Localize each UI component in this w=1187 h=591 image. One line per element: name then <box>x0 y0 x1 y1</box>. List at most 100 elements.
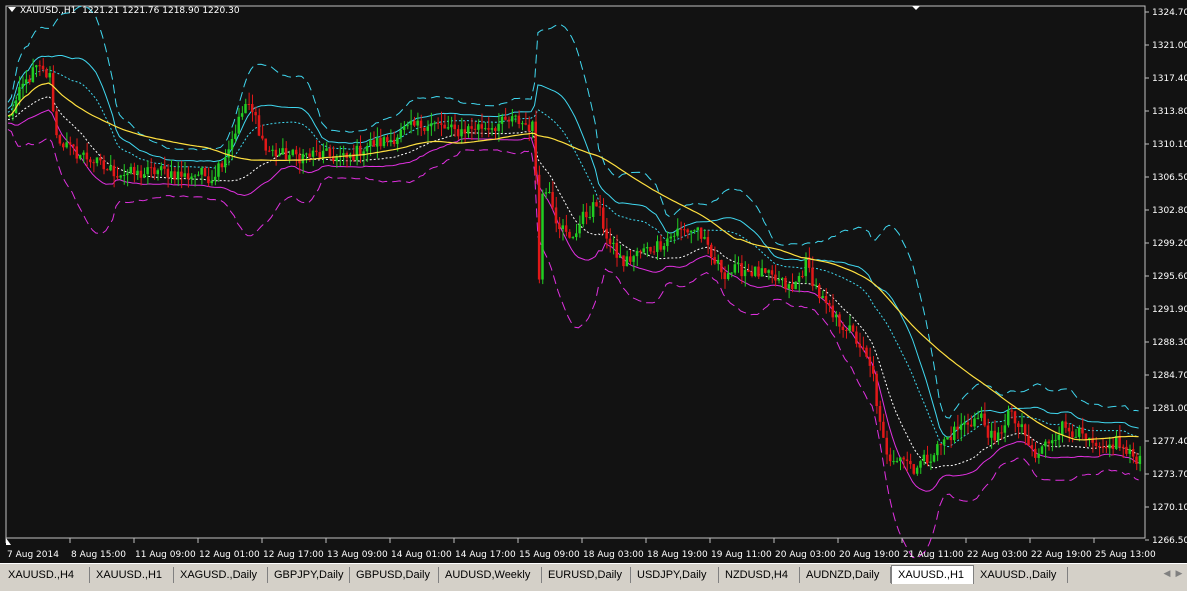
candle-body <box>460 129 463 137</box>
candle-body <box>845 330 848 332</box>
candle-body <box>1064 421 1067 428</box>
y-tick-label: 1317.40 <box>1152 74 1187 84</box>
candle-body <box>713 257 716 264</box>
candle-body <box>811 267 814 287</box>
candle-body <box>814 284 818 287</box>
candle-body <box>895 460 899 462</box>
candle-body <box>1027 435 1030 446</box>
candle-body <box>595 202 598 207</box>
x-tick-label: 22 Aug 19:00 <box>1031 550 1092 560</box>
candle-body <box>980 413 983 418</box>
candle-body <box>585 211 588 218</box>
tab-scroll-right-icon[interactable]: ▶ <box>1174 568 1184 580</box>
candle-body <box>723 272 726 280</box>
chart-tab[interactable]: XAUUSD.,H1 <box>90 567 174 583</box>
candle-body <box>85 152 89 160</box>
candle-body <box>463 129 467 134</box>
chart-tab[interactable]: GBPUSD,Daily <box>350 567 439 583</box>
chart-area[interactable]: 1324.70 1321.00 1317.40 1313.80 1310.10 1306.… <box>0 0 1187 563</box>
candle-body <box>689 230 693 233</box>
x-tick-label: 8 Aug 15:00 <box>71 550 126 560</box>
candle-body <box>517 115 521 125</box>
candle-body <box>220 163 224 168</box>
chart-tab[interactable]: AUDUSD,Weekly <box>439 567 542 583</box>
candle-body <box>777 278 780 281</box>
candle-body <box>946 436 949 440</box>
candle-body <box>436 122 440 124</box>
upper-band <box>7 55 1139 438</box>
candle-body <box>564 225 568 232</box>
candle-body <box>753 266 757 276</box>
candle-body <box>1115 435 1118 449</box>
candle-body <box>203 167 207 177</box>
candle-body <box>662 245 666 250</box>
candle-body <box>429 123 433 127</box>
chart-tab[interactable]: XAUUSD.,Daily <box>974 567 1068 583</box>
candle-body <box>548 192 551 194</box>
chart-tab[interactable]: XAUUSD.,H4 <box>2 567 90 583</box>
y-tick-label: 1273.70 <box>1152 470 1187 480</box>
candle-body <box>676 228 679 236</box>
candle-body <box>99 157 102 161</box>
candle-body <box>31 67 35 83</box>
candle-body <box>1094 442 1098 447</box>
chart-tab[interactable]: XAGUSD.,Daily <box>174 567 268 583</box>
dropdown-triangle-icon[interactable] <box>8 7 16 12</box>
candle-body <box>919 461 922 468</box>
candle-body <box>784 277 787 289</box>
candle-body <box>72 144 75 147</box>
candle-body <box>494 128 497 131</box>
candle-body <box>602 207 605 229</box>
candle-body <box>433 122 436 124</box>
chart-tab[interactable]: XAUUSD.,H1 <box>891 565 974 584</box>
candle-body <box>1074 436 1077 438</box>
candle-body <box>315 150 318 153</box>
chart-tab[interactable]: GBPJPY,Daily <box>268 567 350 583</box>
x-tick-label: 11 Aug 09:00 <box>135 550 196 560</box>
candle-body <box>639 250 642 253</box>
candle-body <box>247 103 251 105</box>
candle-body <box>1003 425 1007 433</box>
x-tick-label: 14 Aug 17:00 <box>455 550 516 560</box>
chart-tab[interactable]: NZDUSD,H4 <box>719 567 800 583</box>
candle-body <box>264 138 267 151</box>
candle-body <box>1013 411 1017 424</box>
shift-marker-icon[interactable] <box>912 6 920 10</box>
candle-body <box>939 444 942 446</box>
candle-body <box>369 140 372 147</box>
candle-body <box>659 241 662 250</box>
y-tick-label: 1284.70 <box>1152 371 1187 381</box>
candle-body <box>392 139 396 145</box>
candle-body <box>767 270 770 273</box>
candle-body <box>78 154 82 159</box>
y-tick-label: 1324.70 <box>1152 8 1187 18</box>
candle-body <box>645 247 649 249</box>
candle-body <box>170 171 173 178</box>
candle-body <box>355 145 359 161</box>
candle-body <box>956 426 959 430</box>
y-tick-label: 1321.00 <box>1152 41 1187 51</box>
tab-scroll-left-icon[interactable]: ◀ <box>1162 568 1172 580</box>
candle-body <box>477 124 480 130</box>
candle-body <box>581 211 585 225</box>
candle-body <box>504 116 507 120</box>
candle-body <box>483 128 487 130</box>
candle-body <box>1057 434 1061 440</box>
candle-body <box>328 148 332 157</box>
chart-tab[interactable]: USDJPY,Daily <box>631 567 719 583</box>
candle-body <box>760 268 764 277</box>
candle-body <box>524 123 527 125</box>
candle-body <box>1131 449 1135 457</box>
price-chart[interactable]: 1324.70 1321.00 1317.40 1313.80 1310.10 1306.… <box>0 0 1187 563</box>
candle-body <box>976 417 980 419</box>
candle-body <box>102 160 105 170</box>
chart-tab[interactable]: EURUSD,Daily <box>542 567 631 583</box>
candle-body <box>514 115 517 117</box>
y-tick-label: 1288.30 <box>1152 338 1187 348</box>
candle-body <box>311 150 315 157</box>
candle-body <box>787 284 791 289</box>
chart-tab[interactable]: AUDNZD,Daily <box>800 567 891 583</box>
candle-body <box>342 153 345 156</box>
candle-body <box>409 120 413 125</box>
candle-body <box>1067 427 1071 432</box>
